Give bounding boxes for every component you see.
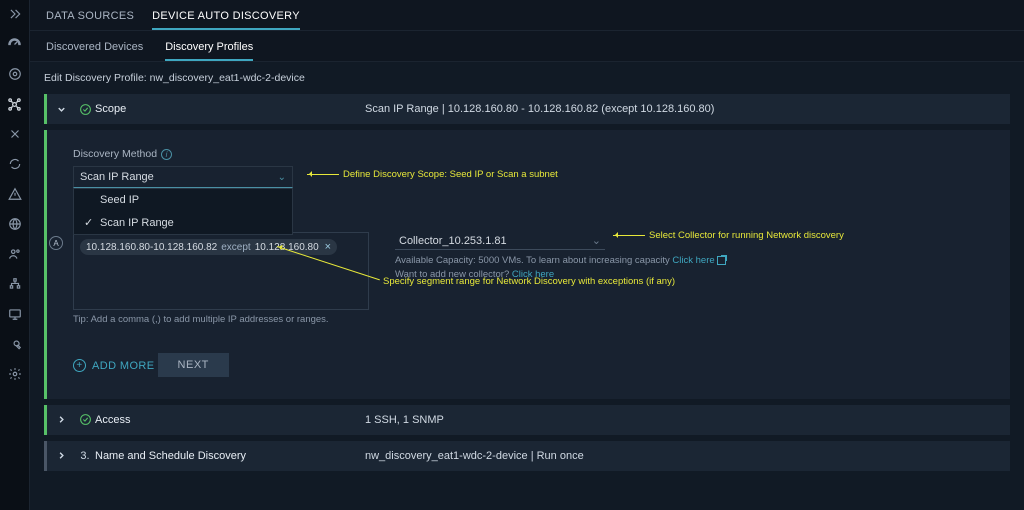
collector-capacity-hint: Available Capacity: 5000 VMs. To learn a…	[395, 254, 984, 283]
tab-discovered-devices[interactable]: Discovered Devices	[46, 35, 143, 61]
check-circle-icon	[75, 103, 95, 116]
monitor-icon[interactable]	[7, 306, 23, 322]
main-panel: DATA SOURCES DEVICE AUTO DISCOVERY Disco…	[30, 0, 1024, 510]
chevron-down-icon[interactable]	[47, 104, 75, 115]
tab-discovery-profiles[interactable]: Discovery Profiles	[165, 35, 253, 61]
step-access-summary: 1 SSH, 1 SNMP	[365, 414, 444, 426]
primary-nav: DATA SOURCES DEVICE AUTO DISCOVERY	[30, 0, 1024, 31]
page-title: Edit Discovery Profile: nw_discovery_eat…	[44, 72, 1010, 84]
remove-tag-icon[interactable]: ×	[325, 241, 331, 253]
nav-data-sources[interactable]: DATA SOURCES	[46, 6, 134, 30]
nav-device-auto-discovery[interactable]: DEVICE AUTO DISCOVERY	[152, 6, 300, 30]
chevron-down-icon: ⌄	[592, 234, 601, 247]
page-body: Edit Discovery Profile: nw_discovery_eat…	[30, 62, 1024, 510]
ip-range-field: A 10.128.160.80-10.128.160.82 except 10.…	[73, 232, 369, 325]
step-number: 3.	[75, 450, 95, 462]
network-icon[interactable]	[7, 96, 23, 112]
plus-circle-icon: +	[73, 359, 86, 372]
step-scope-summary: Scan IP Range | 10.128.160.80 - 10.128.1…	[365, 103, 714, 115]
step-scope-header[interactable]: Scope Scan IP Range | 10.128.160.80 - 10…	[44, 94, 1010, 124]
gear-icon[interactable]	[7, 366, 23, 382]
scope-body: Discovery Method i Scan IP Range ⌄ Seed …	[44, 130, 1010, 399]
option-scan-ip-range[interactable]: ✓Scan IP Range	[74, 211, 292, 234]
add-collector-link[interactable]: Click here	[512, 269, 554, 280]
collector-select[interactable]: Collector_10.253.1.81 ⌄	[395, 232, 605, 250]
sidebar	[0, 0, 30, 510]
expand-icon[interactable]	[7, 6, 23, 22]
discovery-method-dropdown: Seed IP ✓Scan IP Range	[73, 188, 293, 235]
step-scope-label: Scope	[95, 103, 365, 115]
ip-range-tag[interactable]: 10.128.160.80-10.128.160.82 except 10.12…	[80, 239, 337, 255]
chevron-right-icon[interactable]	[47, 414, 75, 425]
step-access-header[interactable]: Access 1 SSH, 1 SNMP	[44, 405, 1010, 435]
warning-icon[interactable]	[7, 186, 23, 202]
tools-icon[interactable]	[7, 126, 23, 142]
ip-range-input[interactable]: 10.128.160.80-10.128.160.82 except 10.12…	[73, 232, 369, 310]
badge-a-icon: A	[49, 236, 63, 250]
annotation-collector: Select Collector for running Network dis…	[649, 230, 844, 241]
discovery-method-value: Scan IP Range	[80, 171, 154, 183]
external-link-icon	[717, 256, 726, 265]
discovery-method-select[interactable]: Scan IP Range ⌄	[73, 166, 293, 188]
gauge-icon[interactable]	[7, 36, 23, 52]
check-icon: ✓	[84, 216, 94, 229]
ip-range-tip: Tip: Add a comma (,) to add multiple IP …	[73, 314, 369, 325]
step-schedule-header[interactable]: 3. Name and Schedule Discovery nw_discov…	[44, 441, 1010, 471]
step-schedule-summary: nw_discovery_eat1-wdc-2-device | Run onc…	[365, 450, 584, 462]
globe-icon[interactable]	[7, 216, 23, 232]
annotation-scope: Define Discovery Scope: Seed IP or Scan …	[343, 169, 558, 180]
next-button[interactable]: NEXT	[158, 353, 229, 377]
shield-icon[interactable]	[7, 66, 23, 82]
step-access-label: Access	[95, 414, 365, 426]
org-icon[interactable]	[7, 276, 23, 292]
users-icon[interactable]	[7, 246, 23, 262]
sync-icon[interactable]	[7, 156, 23, 172]
wrench-icon[interactable]	[7, 336, 23, 352]
step-schedule-label: Name and Schedule Discovery	[95, 450, 365, 462]
capacity-link[interactable]: Click here	[672, 255, 714, 266]
secondary-nav: Discovered Devices Discovery Profiles	[30, 31, 1024, 62]
info-icon[interactable]: i	[161, 149, 172, 160]
option-seed-ip[interactable]: Seed IP	[74, 189, 292, 211]
chevron-right-icon[interactable]	[47, 450, 75, 461]
add-more-button[interactable]: + ADD MORE	[73, 359, 154, 372]
collector-value: Collector_10.253.1.81	[399, 235, 507, 247]
check-circle-icon	[75, 413, 95, 426]
discovery-method-label: Discovery Method i	[73, 148, 172, 160]
chevron-down-icon: ⌄	[278, 172, 286, 183]
